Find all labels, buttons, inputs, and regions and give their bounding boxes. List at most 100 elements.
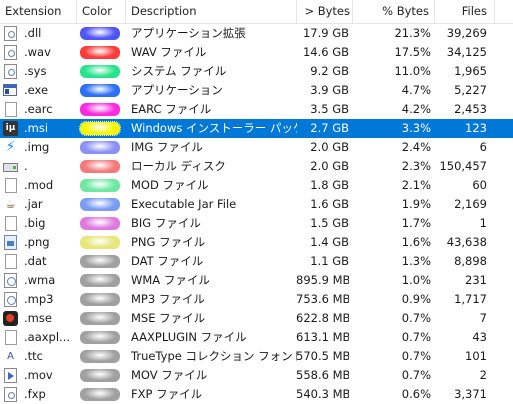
files-cell: 39,269	[446, 26, 487, 40]
pct-bytes-cell: 1.9%	[401, 197, 431, 211]
table-row[interactable]: .mse MSE ファイル 622.8 MB 0.7% 7	[0, 309, 513, 328]
table-row[interactable]: .dll アプリケーション拡張 17.9 GB 21.3% 39,269	[0, 24, 513, 43]
files-cell: 231	[465, 273, 487, 287]
description-cell: TrueType コレクション フォント フ...	[131, 349, 297, 363]
extension-cell: .wma	[24, 273, 56, 287]
pct-bytes-cell: 0.7%	[401, 311, 431, 325]
column-header-bytes[interactable]: > Bytes	[298, 0, 350, 23]
column-header-files[interactable]: Files	[434, 0, 487, 23]
table-row[interactable]: .aaxpl... AAXPLUGIN ファイル 613.1 MB 0.7% 43	[0, 328, 513, 347]
color-swatch	[80, 27, 120, 40]
table-row[interactable]: .wma WMA ファイル 895.9 MB 1.0% 231	[0, 271, 513, 290]
column-header-color[interactable]: Color	[82, 0, 122, 23]
description-cell: MOD ファイル	[131, 178, 209, 192]
color-cell	[77, 176, 123, 195]
table-row[interactable]: .wav WAV ファイル 14.6 GB 17.5% 34,125	[0, 43, 513, 62]
table-row[interactable]: .exe アプリケーション 3.9 GB 4.7% 5,227	[0, 81, 513, 100]
big-icon	[5, 216, 17, 231]
column-divider[interactable]	[296, 0, 297, 23]
extension-cell: .earc	[24, 102, 53, 116]
fxp-icon	[4, 387, 17, 402]
table-row[interactable]: .dat DAT ファイル 1.1 GB 1.3% 8,898	[0, 252, 513, 271]
extension-cell: .ttc	[24, 349, 43, 363]
color-swatch	[80, 331, 120, 344]
extension-cell: .aaxpl...	[24, 330, 71, 344]
pct-bytes-cell: 17.5%	[394, 45, 431, 59]
column-divider[interactable]	[76, 0, 77, 23]
table-row[interactable]: iµ .msi Windows インストーラー パッケー... 2.7 GB 3.3% 1…	[0, 119, 513, 138]
msi-icon: iµ	[3, 121, 18, 136]
column-divider[interactable]	[494, 0, 495, 23]
pct-bytes-cell: 0.7%	[401, 368, 431, 382]
pct-bytes-cell: 3.3%	[401, 121, 431, 135]
dat-icon	[5, 254, 17, 269]
column-header-extension[interactable]: Extension	[5, 0, 75, 23]
column-divider[interactable]	[125, 0, 126, 23]
color-swatch	[80, 103, 120, 116]
table-row[interactable]: .mp3 MP3 ファイル 753.6 MB 0.9% 1,717	[0, 290, 513, 309]
pct-bytes-cell: 1.3%	[401, 254, 431, 268]
files-cell: 1	[479, 216, 487, 230]
description-cell: BIG ファイル	[131, 216, 201, 230]
pct-bytes-cell: 0.6%	[401, 387, 431, 401]
color-cell	[77, 252, 123, 271]
description-cell: WMA ファイル	[131, 273, 210, 287]
mod-icon	[5, 178, 17, 193]
color-swatch	[80, 198, 120, 211]
description-cell: アプリケーション拡張	[131, 26, 246, 40]
bytes-cell: 1.8 GB	[310, 178, 349, 192]
files-cell: 60	[472, 178, 487, 192]
column-header-pct-bytes[interactable]: % Bytes	[352, 0, 429, 23]
bytes-cell: 613.1 MB	[296, 330, 349, 344]
color-cell	[77, 81, 123, 100]
description-cell: FXP ファイル	[131, 387, 203, 401]
pct-bytes-cell: 1.0%	[401, 273, 431, 287]
table-row[interactable]: .fxp FXP ファイル 540.3 MB 0.6% 3,371	[0, 385, 513, 404]
extension-list: .dll アプリケーション拡張 17.9 GB 21.3% 39,269 .wav WAV …	[0, 24, 513, 404]
color-swatch	[80, 179, 120, 192]
pct-bytes-cell: 2.1%	[401, 178, 431, 192]
extension-cell: .msi	[24, 121, 49, 135]
bytes-cell: 570.5 MB	[296, 349, 349, 363]
color-cell	[77, 24, 123, 43]
pct-bytes-cell: 4.2%	[401, 102, 431, 116]
table-row[interactable]: A .ttc TrueType コレクション フォント フ...570.5 MB 0.…	[0, 347, 513, 366]
color-swatch	[80, 160, 120, 173]
files-cell: 150,457	[439, 159, 487, 173]
color-swatch	[80, 236, 120, 249]
earc-icon	[5, 102, 17, 117]
description-cell: Windows インストーラー パッケー...	[131, 121, 297, 135]
table-row[interactable]: .big BIG ファイル 1.5 GB 1.7% 1	[0, 214, 513, 233]
color-cell	[77, 385, 123, 404]
mse-icon	[3, 311, 18, 326]
description-cell: EARC ファイル	[131, 102, 212, 116]
jar-icon: ☕	[5, 198, 16, 211]
files-cell: 1,717	[454, 292, 487, 306]
color-cell	[77, 195, 123, 214]
png-icon	[4, 235, 17, 250]
bytes-cell: 9.2 GB	[310, 64, 349, 78]
wav-icon	[4, 45, 17, 60]
table-row[interactable]: .earc EARC ファイル 3.5 GB 4.2% 2,453	[0, 100, 513, 119]
files-cell: 2	[479, 368, 487, 382]
description-cell: MP3 ファイル	[131, 292, 205, 306]
table-row[interactable]: . ローカル ディスク 2.0 GB 2.3% 150,457	[0, 157, 513, 176]
column-header-description[interactable]: Description	[131, 0, 291, 23]
files-cell: 6	[479, 140, 487, 154]
files-cell: 7	[479, 311, 487, 325]
table-row[interactable]: ☕ .jar Executable Jar File 1.6 GB 1.9% 2,169	[0, 195, 513, 214]
bytes-cell: 2.7 GB	[310, 121, 349, 135]
description-cell: MSE ファイル	[131, 311, 206, 325]
color-cell	[77, 100, 123, 119]
pct-bytes-cell: 1.6%	[401, 235, 431, 249]
table-row[interactable]: .sys システム ファイル 9.2 GB 11.0% 1,965	[0, 62, 513, 81]
table-row[interactable]: .mod MOD ファイル 1.8 GB 2.1% 60	[0, 176, 513, 195]
table-row[interactable]: .mov MOV ファイル 558.6 MB 0.7% 2	[0, 366, 513, 385]
extension-cell: .jar	[24, 197, 43, 211]
pct-bytes-cell: 2.4%	[401, 140, 431, 154]
bytes-cell: 753.6 MB	[296, 292, 349, 306]
table-row[interactable]: ⚡ .img IMG ファイル 2.0 GB 2.4% 6	[0, 138, 513, 157]
pct-bytes-cell: 4.7%	[401, 83, 431, 97]
table-row[interactable]: .png PNG ファイル 1.4 GB 1.6% 43,638	[0, 233, 513, 252]
pct-bytes-cell: 11.0%	[394, 64, 431, 78]
